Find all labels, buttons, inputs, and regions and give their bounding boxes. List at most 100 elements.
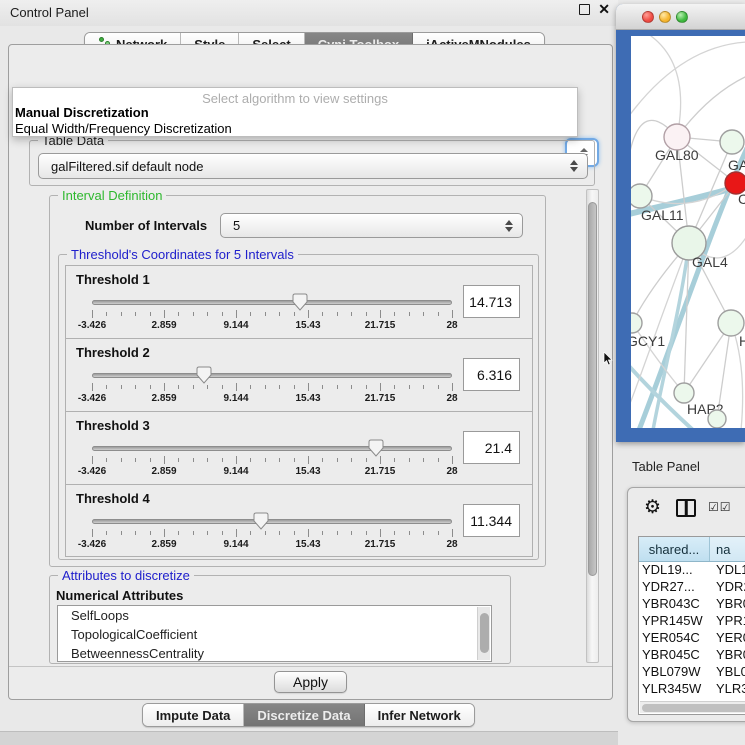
tab-impute-data[interactable]: Impute Data — [143, 704, 244, 726]
tick-mark — [452, 383, 453, 391]
threshold-3-slider[interactable]: -3.4262.8599.14415.4321.71528 — [92, 442, 452, 476]
table-row[interactable]: YBL079WYBL07 — [639, 664, 745, 681]
float-window-icon[interactable] — [579, 4, 590, 15]
popup-item-manual-discretization[interactable]: Manual Discretization — [15, 105, 149, 120]
threshold-2-slider[interactable]: -3.4262.8599.14415.4321.71528 — [92, 369, 452, 403]
table-row[interactable]: YDR27...YDR27 — [639, 579, 745, 596]
list-item[interactable]: TopologicalCoefficient — [58, 625, 491, 644]
slider-track[interactable] — [92, 373, 452, 378]
tick-mark — [409, 531, 410, 535]
attributes-list-scrollbar[interactable] — [477, 607, 490, 660]
tick-mark — [380, 456, 381, 464]
list-item[interactable]: SelfLoops — [58, 606, 491, 625]
table-row[interactable]: YLR345WYLR34 — [639, 681, 745, 698]
close-icon[interactable]: ✕ — [598, 4, 610, 15]
network-node[interactable] — [708, 410, 726, 428]
gear-icon[interactable]: ⚙ — [644, 496, 661, 519]
threshold-4-value-field[interactable]: 11.344 — [463, 504, 520, 537]
tick-mark — [322, 312, 323, 316]
number-of-intervals-value: 5 — [233, 218, 240, 233]
network-edge[interactable] — [651, 36, 681, 137]
slider-handle[interactable] — [196, 366, 212, 384]
zoom-traffic-light-icon[interactable] — [676, 11, 688, 23]
tab-infer-network-label: Infer Network — [378, 708, 461, 723]
tick-mark — [265, 531, 266, 535]
tab-infer-network[interactable]: Infer Network — [365, 704, 474, 726]
network-canvas[interactable]: GAL80GACGAL11GAL4GCY1HHAP2 — [631, 36, 745, 428]
settings-scrollbar[interactable] — [586, 189, 599, 663]
slider-ticks — [92, 529, 452, 537]
application-root: Control Panel ✕ Network Style Select Cyn… — [0, 0, 745, 745]
column-header-shared-name[interactable]: shared... — [639, 537, 710, 561]
tick-mark — [322, 458, 323, 462]
tick-mark — [452, 456, 453, 464]
split-view-icon[interactable] — [676, 499, 696, 517]
threshold-1-slider[interactable]: -3.4262.8599.14415.4321.71528 — [92, 296, 452, 330]
tick-mark — [106, 531, 107, 535]
number-of-intervals-combobox[interactable]: 5 — [220, 213, 523, 238]
table-horizontal-scrollbar[interactable] — [640, 701, 745, 713]
table-row[interactable]: YBR043CYBR04 — [639, 596, 745, 613]
slider-tick-labels: -3.4262.8599.14415.4321.71528 — [92, 320, 452, 331]
tick-mark — [366, 385, 367, 389]
slider-track[interactable] — [92, 300, 452, 305]
network-node-label: GA — [728, 157, 745, 173]
numerical-attributes-list[interactable]: SelfLoops TopologicalCoefficient Between… — [57, 605, 492, 662]
tick-mark — [250, 458, 251, 462]
interval-definition-group: Interval Definition Number of Intervals … — [49, 195, 546, 567]
popup-item-equal-width-frequency[interactable]: Equal Width/Frequency Discretization — [15, 121, 232, 136]
network-edge[interactable] — [631, 42, 745, 116]
attributes-list-scrollbar-thumb[interactable] — [480, 613, 489, 653]
node-attribute-table[interactable]: shared... na YDL19...YDL19 YDR27...YDR27… — [638, 536, 745, 715]
network-node[interactable] — [720, 130, 744, 154]
threshold-4-slider[interactable]: -3.4262.8599.14415.4321.71528 — [92, 515, 452, 549]
slider-track[interactable] — [92, 446, 452, 451]
table-row[interactable]: YDL19...YDL19 — [639, 562, 745, 579]
slider-handle[interactable] — [368, 439, 384, 457]
cell: YDR27 — [710, 579, 745, 596]
tick-label: -3.426 — [78, 393, 106, 404]
tick-mark — [207, 385, 208, 389]
network-node[interactable] — [631, 184, 652, 208]
table-header-row: shared... na — [639, 537, 745, 562]
tab-discretize-data[interactable]: Discretize Data — [244, 704, 364, 726]
table-row[interactable]: YBR045CYBR04 — [639, 647, 745, 664]
tick-mark — [250, 385, 251, 389]
tick-mark — [351, 531, 352, 535]
list-item[interactable]: BetweennessCentrality — [58, 644, 491, 662]
threshold-3-value-field[interactable]: 21.4 — [463, 431, 520, 464]
table-data-combobox[interactable]: galFiltered.sif default node — [38, 153, 588, 179]
threshold-2-label: Threshold 2 — [76, 345, 150, 360]
network-window-titlebar[interactable] — [616, 4, 745, 30]
network-edge[interactable] — [677, 76, 745, 137]
tick-mark — [308, 383, 309, 391]
threshold-2-value-field[interactable]: 6.316 — [463, 358, 520, 391]
column-header-name[interactable]: na — [710, 537, 745, 561]
settings-scrollbar-thumb[interactable] — [588, 202, 597, 576]
network-node[interactable] — [631, 313, 642, 333]
table-row[interactable]: YPR145WYPR14 — [639, 613, 745, 630]
tick-label: -3.426 — [78, 466, 106, 477]
threshold-1-value-field[interactable]: 14.713 — [463, 285, 520, 318]
control-panel-titlebar: Control Panel ✕ — [0, 0, 618, 26]
close-traffic-light-icon[interactable] — [642, 11, 654, 23]
network-node-label: C — [738, 191, 745, 207]
slider-handle[interactable] — [292, 293, 308, 311]
tick-mark — [380, 310, 381, 318]
apply-button[interactable]: Apply — [274, 671, 347, 693]
tick-mark — [438, 531, 439, 535]
table-horizontal-scrollbar-thumb[interactable] — [642, 704, 745, 712]
slider-handle[interactable] — [253, 512, 269, 530]
tick-mark — [150, 312, 151, 316]
slider-track[interactable] — [92, 519, 452, 524]
tab-impute-data-label: Impute Data — [156, 708, 230, 723]
cell: YLR34 — [710, 681, 745, 698]
table-row[interactable]: YER054CYER05 — [639, 630, 745, 647]
minimize-traffic-light-icon[interactable] — [659, 11, 671, 23]
select-columns-icon[interactable]: ☑☑ — [708, 500, 732, 514]
tick-mark — [164, 383, 165, 391]
tick-mark — [121, 385, 122, 389]
network-node[interactable] — [674, 383, 694, 403]
tick-label: 28 — [446, 393, 457, 404]
network-graph[interactable]: GAL80GACGAL11GAL4GCY1HHAP2 — [631, 36, 745, 428]
